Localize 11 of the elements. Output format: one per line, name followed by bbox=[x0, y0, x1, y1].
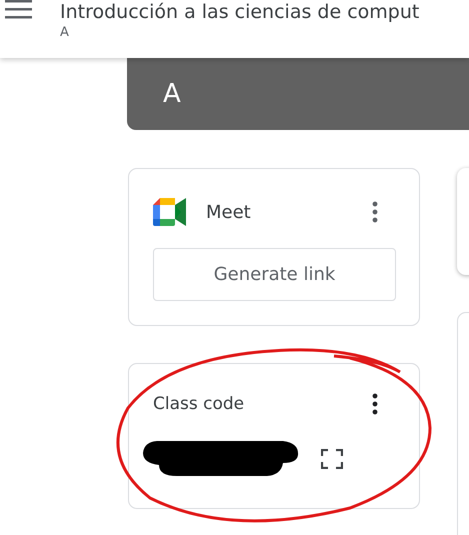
meet-title: Meet bbox=[206, 202, 252, 222]
class-title[interactable]: Introducción a las ciencias de comput bbox=[60, 0, 420, 24]
video-camera-icon bbox=[153, 198, 186, 226]
more-options-icon[interactable] bbox=[372, 393, 378, 415]
fullscreen-icon[interactable] bbox=[321, 449, 343, 469]
class-code-title: Class code bbox=[153, 394, 244, 414]
generate-link-button[interactable]: Generate link bbox=[153, 248, 396, 301]
more-options-icon[interactable] bbox=[372, 201, 378, 223]
banner-initial: A bbox=[163, 79, 181, 109]
class-section: A bbox=[60, 25, 69, 40]
menu-icon[interactable] bbox=[5, 0, 32, 20]
